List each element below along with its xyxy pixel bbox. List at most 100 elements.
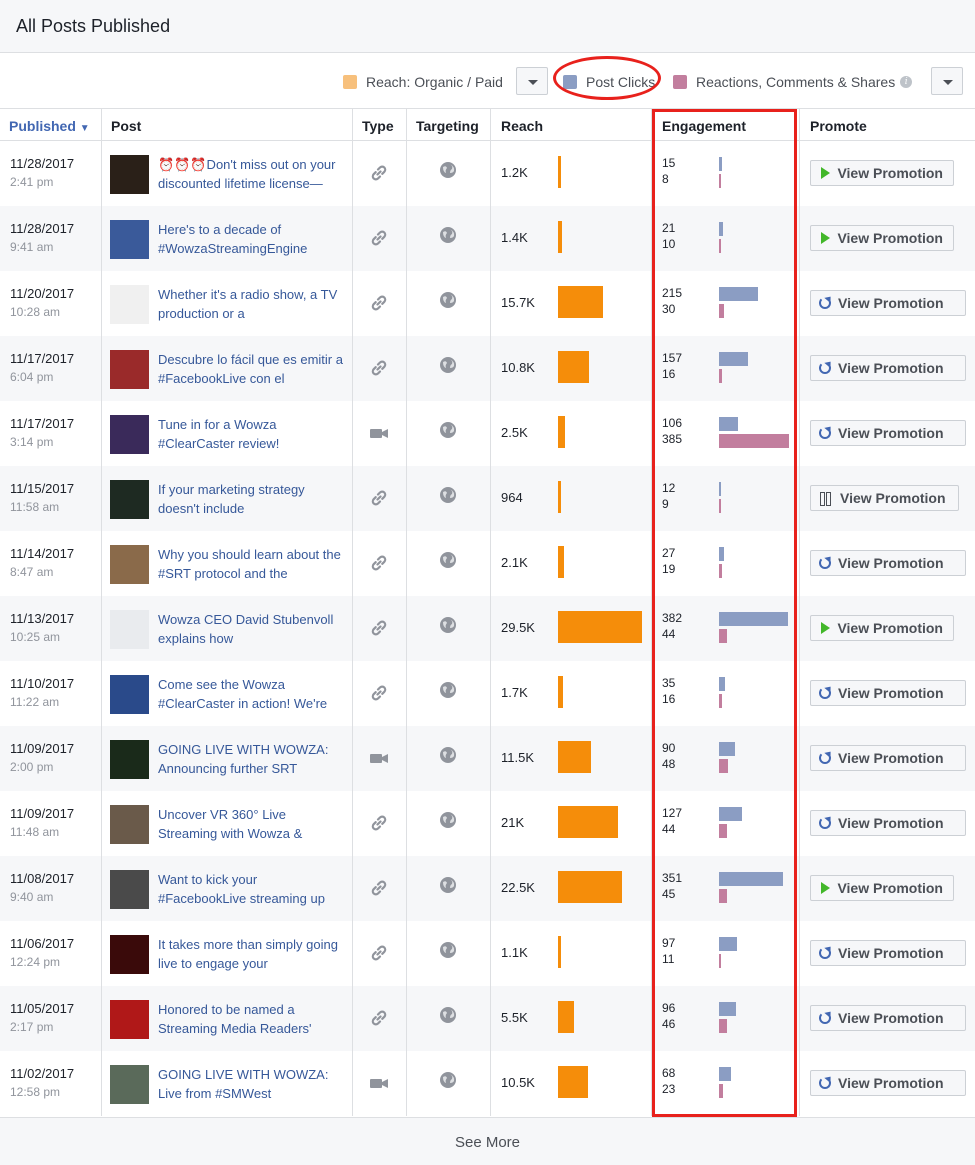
globe-icon: [439, 876, 457, 894]
see-more-footer[interactable]: See More: [0, 1117, 975, 1165]
engagement-dropdown-button[interactable]: [931, 67, 963, 95]
col-type[interactable]: Type: [362, 110, 394, 141]
col-targeting[interactable]: Targeting: [416, 110, 479, 141]
see-more-button[interactable]: See More: [0, 1134, 975, 1151]
reach-bar: [558, 416, 565, 448]
legend-reach-label: Reach: Organic / Paid: [366, 74, 503, 90]
published-date: 11/10/2017: [10, 676, 75, 691]
view-promotion-button[interactable]: View Promotion: [810, 810, 966, 836]
published-time: 9:41 am: [10, 240, 54, 254]
view-promotion-button[interactable]: View Promotion: [810, 550, 966, 576]
post-link[interactable]: Come see the Wowza #ClearCaster in actio…: [158, 675, 346, 715]
published-date: 11/20/2017: [10, 286, 75, 301]
published-date: 11/13/2017: [10, 611, 75, 626]
post-link[interactable]: ⏰⏰⏰Don't miss out on your discounted lif…: [158, 155, 346, 195]
post-thumbnail[interactable]: [110, 350, 149, 389]
post-link[interactable]: GOING LIVE WITH WOWZA: Live from #SMWest: [158, 1065, 346, 1105]
post-thumbnail[interactable]: [110, 545, 149, 584]
reactions-swatch: [673, 75, 687, 89]
link-icon: [369, 293, 389, 313]
view-promotion-button[interactable]: View Promotion: [810, 1005, 966, 1031]
reach-value: 10.5K: [501, 1075, 535, 1090]
post-thumbnail[interactable]: [110, 155, 149, 194]
reach-bar: [558, 481, 561, 513]
globe-icon: [439, 291, 457, 309]
post-link[interactable]: Here's to a decade of #WowzaStreamingEng…: [158, 220, 346, 260]
post-thumbnail[interactable]: [110, 740, 149, 779]
view-promotion-label: View Promotion: [838, 360, 944, 376]
reach-value: 15.7K: [501, 295, 535, 310]
reach-value: 22.5K: [501, 880, 535, 895]
reach-value: 2.5K: [501, 425, 528, 440]
post-thumbnail[interactable]: [110, 1000, 149, 1039]
view-promotion-button[interactable]: View Promotion: [810, 485, 959, 511]
post-link[interactable]: GOING LIVE WITH WOWZA: Announcing furthe…: [158, 740, 346, 780]
table-row: 11/05/2017 2:17 pm Honored to be named a S…: [0, 986, 975, 1051]
published-date: 11/02/2017: [10, 1066, 75, 1081]
refresh-icon: [819, 1077, 831, 1089]
globe-icon: [439, 811, 457, 829]
globe-icon: [439, 161, 457, 179]
view-promotion-button[interactable]: View Promotion: [810, 160, 954, 186]
post-thumbnail[interactable]: [110, 805, 149, 844]
post-link[interactable]: It takes more than simply going live to …: [158, 935, 346, 975]
post-link[interactable]: Whether it's a radio show, a TV producti…: [158, 285, 346, 325]
table-row: 11/17/2017 3:14 pm Tune in for a Wowza #Cl…: [0, 401, 975, 466]
view-promotion-button[interactable]: View Promotion: [810, 1070, 966, 1096]
post-link[interactable]: Why you should learn about the #SRT prot…: [158, 545, 346, 585]
reach-value: 964: [501, 490, 523, 505]
view-promotion-button[interactable]: View Promotion: [810, 420, 966, 446]
post-thumbnail[interactable]: [110, 285, 149, 324]
post-link[interactable]: Uncover VR 360° Live Streaming with Wowz…: [158, 805, 346, 845]
view-promotion-button[interactable]: View Promotion: [810, 290, 966, 316]
legend-reach[interactable]: Reach: Organic / Paid: [343, 73, 503, 91]
post-link[interactable]: If your marketing strategy doesn't inclu…: [158, 480, 346, 520]
col-published[interactable]: Published ▼: [9, 110, 90, 141]
post-link[interactable]: Honored to be named a Streaming Media Re…: [158, 1000, 346, 1040]
engagement-column-annotation: [652, 109, 797, 1117]
table-row: 11/28/2017 2:41 pm ⏰⏰⏰Don't miss out on yo…: [0, 141, 975, 206]
legend-reactions[interactable]: Reactions, Comments & Shares i: [673, 73, 913, 91]
table-row: 11/14/2017 8:47 am Why you should learn ab…: [0, 531, 975, 596]
col-post[interactable]: Post: [111, 110, 141, 141]
post-thumbnail[interactable]: [110, 415, 149, 454]
post-thumbnail[interactable]: [110, 935, 149, 974]
post-thumbnail[interactable]: [110, 220, 149, 259]
view-promotion-button[interactable]: View Promotion: [810, 875, 954, 901]
post-link[interactable]: Tune in for a Wowza #ClearCaster review!: [158, 415, 346, 455]
post-thumbnail[interactable]: [110, 610, 149, 649]
post-link[interactable]: Wowza CEO David Stubenvoll explains how: [158, 610, 346, 650]
post-thumbnail[interactable]: [110, 675, 149, 714]
published-time: 11:22 am: [10, 695, 60, 709]
col-promote[interactable]: Promote: [810, 110, 867, 141]
published-date: 11/15/2017: [10, 481, 75, 496]
info-icon[interactable]: i: [900, 76, 913, 88]
reach-value: 21K: [501, 815, 525, 830]
view-promotion-button[interactable]: View Promotion: [810, 680, 966, 706]
view-promotion-button[interactable]: View Promotion: [810, 355, 966, 381]
col-divider: [352, 109, 353, 1116]
view-promotion-button[interactable]: View Promotion: [810, 940, 966, 966]
reach-bar: [558, 1066, 588, 1098]
published-time: 10:28 am: [10, 305, 61, 319]
post-link[interactable]: Descubre lo fácil que es emitir a #Faceb…: [158, 350, 346, 390]
view-promotion-button[interactable]: View Promotion: [810, 225, 954, 251]
link-icon: [369, 813, 389, 833]
view-promotion-label: View Promotion: [840, 490, 946, 506]
view-promotion-button[interactable]: View Promotion: [810, 745, 966, 771]
post-thumbnail[interactable]: [110, 480, 149, 519]
col-reach[interactable]: Reach: [501, 110, 543, 141]
reach-bar: [558, 286, 603, 318]
post-thumbnail[interactable]: [110, 1065, 149, 1104]
published-time: 10:25 am: [10, 630, 61, 644]
published-time: 2:17 pm: [10, 1020, 54, 1034]
post-link[interactable]: Want to kick your #FacebookLive streamin…: [158, 870, 346, 910]
published-date: 11/09/2017: [10, 741, 75, 756]
post-thumbnail[interactable]: [110, 870, 149, 909]
view-promotion-label: View Promotion: [838, 1075, 944, 1091]
reach-dropdown-button[interactable]: [516, 67, 548, 95]
published-time: 9:40 am: [10, 890, 54, 904]
refresh-icon: [819, 427, 831, 439]
link-icon: [369, 1008, 389, 1028]
view-promotion-button[interactable]: View Promotion: [810, 615, 954, 641]
